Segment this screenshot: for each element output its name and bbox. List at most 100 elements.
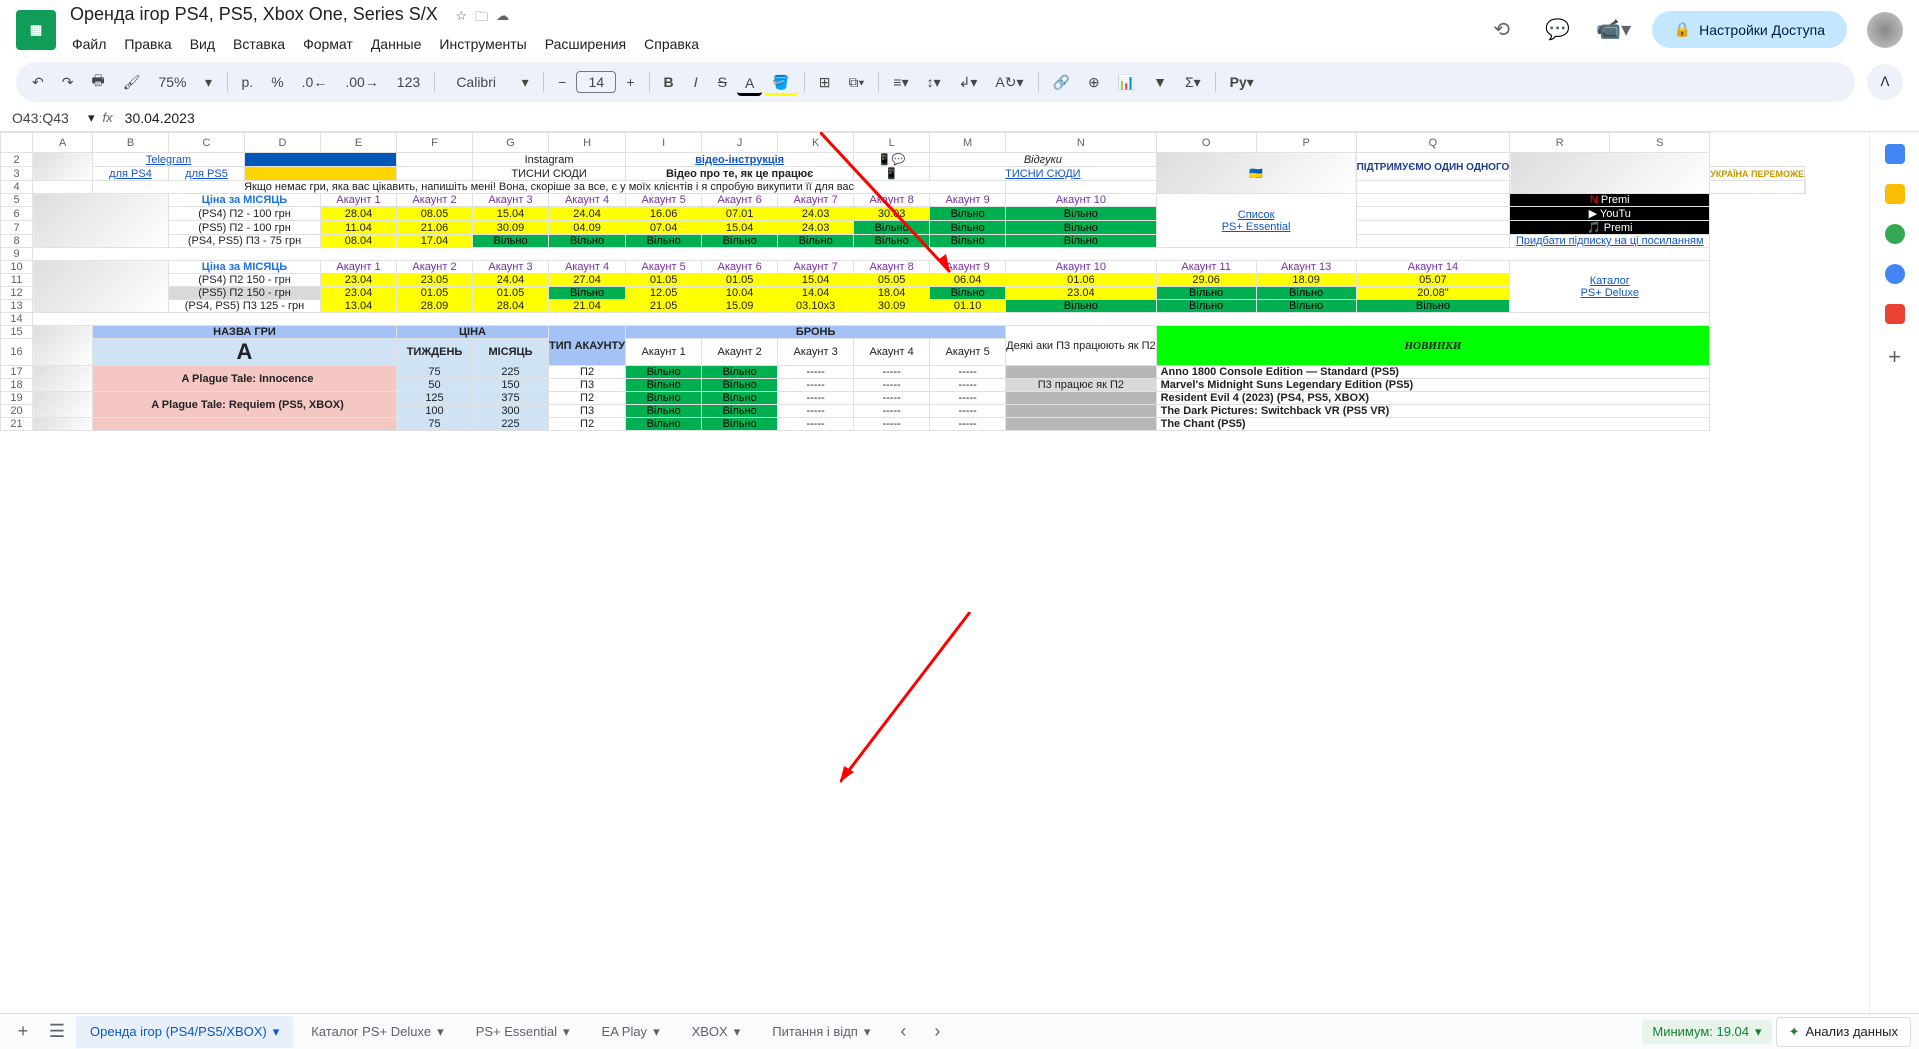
col-header[interactable]: Q [1356, 133, 1510, 153]
cell[interactable] [1356, 207, 1510, 221]
borders-button[interactable]: ⊞ [811, 68, 839, 97]
spreadsheet-grid[interactable]: ABCDEFGHIJKLMNOPQRS2TelegramInstagramвід… [0, 132, 1869, 1013]
cell[interactable] [33, 366, 93, 392]
col-header[interactable]: S [1610, 133, 1710, 153]
cell[interactable]: 150 [473, 379, 549, 392]
cell[interactable]: Вільно [1156, 300, 1256, 313]
cell[interactable]: 18.04 [854, 287, 930, 300]
cell[interactable]: ----- [778, 379, 854, 392]
col-header[interactable]: R [1510, 133, 1610, 153]
cell[interactable]: Акаунт 1 [626, 339, 702, 366]
cell[interactable]: Акаунт 1 [321, 261, 397, 274]
cell[interactable]: 17.04 [397, 235, 473, 248]
cell[interactable] [245, 153, 397, 167]
cell[interactable]: Вільно [1356, 300, 1510, 313]
cell[interactable]: Вільно [702, 392, 778, 405]
sheet-tab[interactable]: Питання і відп ▾ [758, 1016, 884, 1048]
cell[interactable]: Вільно [1156, 287, 1256, 300]
cell[interactable]: відео-інструкція [626, 153, 854, 167]
cell[interactable]: 28.04 [473, 300, 549, 313]
add-sheet-button[interactable]: + [8, 1021, 38, 1042]
menu-правка[interactable]: Правка [116, 32, 179, 56]
cell[interactable]: УКРАЇНА ПЕРЕМОЖЕ [1710, 167, 1805, 181]
menu-файл[interactable]: Файл [64, 32, 114, 56]
cell[interactable]: Вільно [1006, 207, 1156, 221]
cell[interactable] [33, 181, 93, 194]
cell[interactable]: Вільно [702, 418, 778, 431]
cell[interactable]: Вільно [854, 221, 930, 235]
merge-button[interactable]: ⧉▾ [841, 68, 873, 97]
cell[interactable]: Акаунт 10 [1006, 194, 1156, 207]
row-header[interactable]: 4 [1, 181, 33, 194]
cell[interactable]: 01.05 [626, 274, 702, 287]
row-header[interactable]: 2 [1, 153, 33, 167]
col-header[interactable]: G [473, 133, 549, 153]
cell[interactable] [1356, 181, 1610, 194]
cell[interactable]: МІСЯЦЬ [473, 339, 549, 366]
cell[interactable]: (PS5) П2 150 - грн [169, 287, 321, 300]
cell[interactable]: 30.09 [473, 221, 549, 235]
cell[interactable]: Акаунт 10 [1006, 261, 1156, 274]
cell[interactable] [1006, 366, 1156, 379]
sheets-logo[interactable]: ▦ [16, 10, 56, 50]
cell[interactable]: Деякі аки П3 працюють як П2 [1006, 326, 1156, 366]
cell[interactable]: 07.01 [702, 207, 778, 221]
cell[interactable]: НАЗВА ГРИ [93, 326, 397, 339]
cell[interactable]: ПІДТРИМУЄМО ОДИН ОДНОГО [1356, 153, 1510, 181]
col-header[interactable]: N [1006, 133, 1156, 153]
cell[interactable]: Вільно [930, 287, 1006, 300]
cell[interactable]: 05.07 [1356, 274, 1510, 287]
cell[interactable]: Акаунт 3 [473, 261, 549, 274]
row-header[interactable]: 11 [1, 274, 33, 287]
sheet-tab[interactable]: Каталог PS+ Deluxe ▾ [297, 1016, 457, 1048]
cell[interactable]: Акаунт 13 [1256, 261, 1356, 274]
cell[interactable]: Вільно [930, 221, 1006, 235]
menu-вставка[interactable]: Вставка [225, 32, 293, 56]
comment-button[interactable]: ⊕ [1080, 68, 1108, 97]
cell[interactable]: П3 працює як П2 [1006, 379, 1156, 392]
cell[interactable]: ----- [854, 366, 930, 379]
calendar-icon[interactable] [1885, 144, 1905, 164]
cell[interactable]: 23.04 [1006, 287, 1156, 300]
row-header[interactable]: 3 [1, 167, 33, 181]
cell[interactable]: Resident Evil 4 (2023) (PS4, PS5, XBOX) [1156, 392, 1710, 405]
cell[interactable]: ----- [854, 405, 930, 418]
cell[interactable]: 03.10x3 [778, 300, 854, 313]
share-button[interactable]: 🔒 Настройки Доступа [1652, 11, 1847, 48]
col-header[interactable]: L [854, 133, 930, 153]
cell[interactable]: Вільно [626, 379, 702, 392]
cell[interactable]: Ціна за МІСЯЦЬ [169, 261, 321, 274]
cell[interactable]: 50 [397, 379, 473, 392]
account-avatar[interactable] [1867, 12, 1903, 48]
menu-формат[interactable]: Формат [295, 32, 361, 56]
cell[interactable]: 21.05 [626, 300, 702, 313]
cell[interactable]: 30.03 [854, 207, 930, 221]
cell[interactable]: 24.03 [778, 207, 854, 221]
row-header[interactable]: 19 [1, 392, 33, 405]
add-icon[interactable]: + [1888, 344, 1901, 370]
cloud-icon[interactable]: ☁ [496, 8, 509, 30]
row-header[interactable]: 16 [1, 339, 33, 366]
cell[interactable] [1006, 181, 1156, 194]
cell[interactable]: Акаунт 5 [930, 339, 1006, 366]
strike-button[interactable]: S [710, 68, 735, 96]
cell[interactable]: для PS5 [169, 167, 245, 181]
cell[interactable]: Вільно [702, 235, 778, 248]
cell[interactable]: ----- [930, 418, 1006, 431]
cell[interactable]: для PS4 [93, 167, 169, 181]
cell[interactable]: ----- [778, 392, 854, 405]
dropdown-icon[interactable]: ▾ [88, 110, 95, 126]
cell[interactable]: СписокPS+ Essential [1156, 194, 1356, 248]
cell[interactable]: 24.04 [473, 274, 549, 287]
increase-decimal-button[interactable]: .00→ [337, 68, 386, 96]
cell[interactable]: 24.03 [778, 221, 854, 235]
cell[interactable]: 24.04 [549, 207, 626, 221]
cell[interactable]: Акаунт 1 [321, 194, 397, 207]
cell[interactable] [1356, 221, 1510, 235]
cell[interactable]: Вільно [1256, 300, 1356, 313]
cell[interactable]: Якщо немає гри, яка вас цікавить, напиші… [93, 181, 1006, 194]
cell[interactable]: Marvel's Midnight Suns Legendary Edition… [1156, 379, 1710, 392]
cell[interactable]: Відео про те, як це працює [626, 167, 854, 181]
font-size-decrease[interactable]: − [550, 68, 574, 96]
cell[interactable] [1356, 235, 1510, 248]
